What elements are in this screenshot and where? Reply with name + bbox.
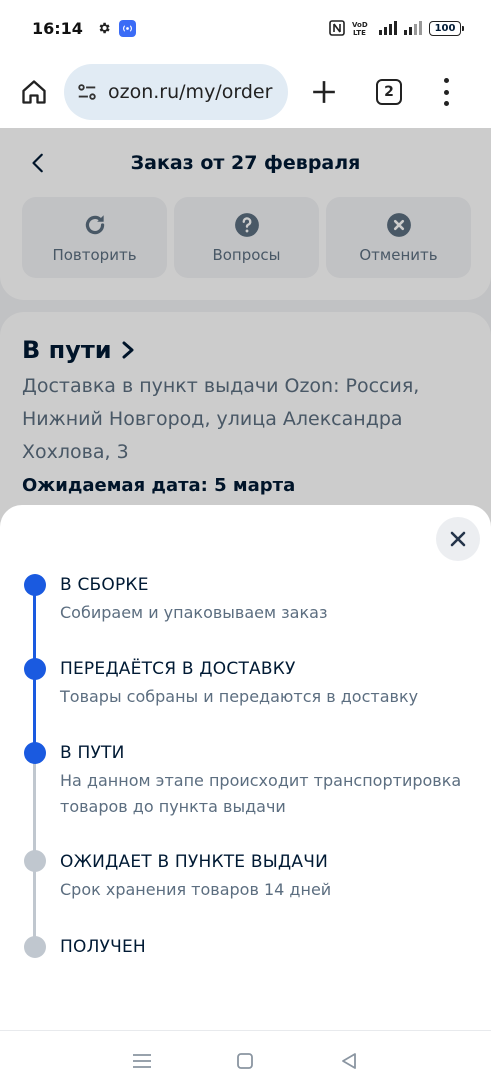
gear-icon <box>99 22 110 34</box>
home-nav-button[interactable] <box>233 1049 257 1073</box>
timeline-segment <box>33 753 36 861</box>
svg-text:LTE: LTE <box>353 29 366 36</box>
hotspot-icon <box>118 19 136 37</box>
back-nav-button[interactable] <box>337 1049 361 1073</box>
close-sheet-button[interactable] <box>436 517 480 561</box>
menu-dot <box>443 101 449 106</box>
timeline-dot-done <box>24 658 46 680</box>
browser-menu-button[interactable] <box>442 78 450 106</box>
status-system-icons: VoD LTE 100 <box>329 20 464 36</box>
timeline-dot-pending <box>24 850 46 872</box>
home-button[interactable] <box>18 76 50 108</box>
step-title: В ПУТИ <box>60 743 125 763</box>
step-title: В СБОРКЕ <box>60 575 149 595</box>
battery-icon: 100 <box>429 20 464 36</box>
recent-apps-button[interactable] <box>130 1049 154 1073</box>
timeline-segment <box>33 585 36 669</box>
timeline-dot-done <box>24 574 46 596</box>
svg-text:VoD: VoD <box>352 21 368 29</box>
step-description: Собираем и упаковываем заказ <box>60 603 328 622</box>
step-description: Срок хранения товаров 14 дней <box>60 880 332 899</box>
step-description: На данном этапе происходит транспортиров… <box>60 771 462 816</box>
home-icon <box>22 80 46 104</box>
new-tab-button[interactable] <box>310 78 338 106</box>
square-icon <box>237 1052 254 1069</box>
step-title: ПОЛУЧЕН <box>60 937 146 957</box>
timeline-segment <box>33 669 36 753</box>
volte-icon: VoDLTE <box>352 21 368 36</box>
plus-icon <box>313 81 335 103</box>
signal-4g-icon <box>379 21 397 35</box>
battery-level: 100 <box>434 22 456 34</box>
menu-lines-icon <box>132 1053 151 1068</box>
timeline-segment <box>33 861 36 947</box>
step-description: Товары собраны и передаются в доставку <box>60 687 419 706</box>
timeline-dot-current <box>24 742 46 764</box>
step-title: ОЖИДАЕТ В ПУНКТЕ ВЫДАЧИ <box>60 852 328 872</box>
triangle-back-icon <box>342 1052 357 1069</box>
status-history-sheet: В СБОРКЕ Собираем и упаковываем заказ ПЕ… <box>0 505 491 1030</box>
status-time: 16:14 <box>32 18 83 38</box>
site-settings-icon[interactable] <box>76 81 98 103</box>
tab-count: 2 <box>384 84 394 100</box>
browser-toolbar: ozon.ru/my/order 2 <box>0 56 491 128</box>
timeline-dot-pending <box>24 936 46 958</box>
signal-icon <box>404 21 422 35</box>
close-icon <box>450 531 466 547</box>
address-bar[interactable]: ozon.ru/my/order <box>64 64 288 120</box>
status-bar: 16:14 VoD LTE 100 <box>0 0 491 56</box>
status-notification-icons <box>97 19 136 37</box>
tab-switcher-button[interactable]: 2 <box>376 79 402 105</box>
menu-dot <box>443 89 449 95</box>
url-text: ozon.ru/my/order <box>108 81 273 103</box>
system-navigation-bar <box>0 1030 491 1090</box>
nfc-icon <box>329 20 345 36</box>
step-title: ПЕРЕДАЁТСЯ В ДОСТАВКУ <box>60 659 296 679</box>
menu-dot <box>443 78 449 83</box>
